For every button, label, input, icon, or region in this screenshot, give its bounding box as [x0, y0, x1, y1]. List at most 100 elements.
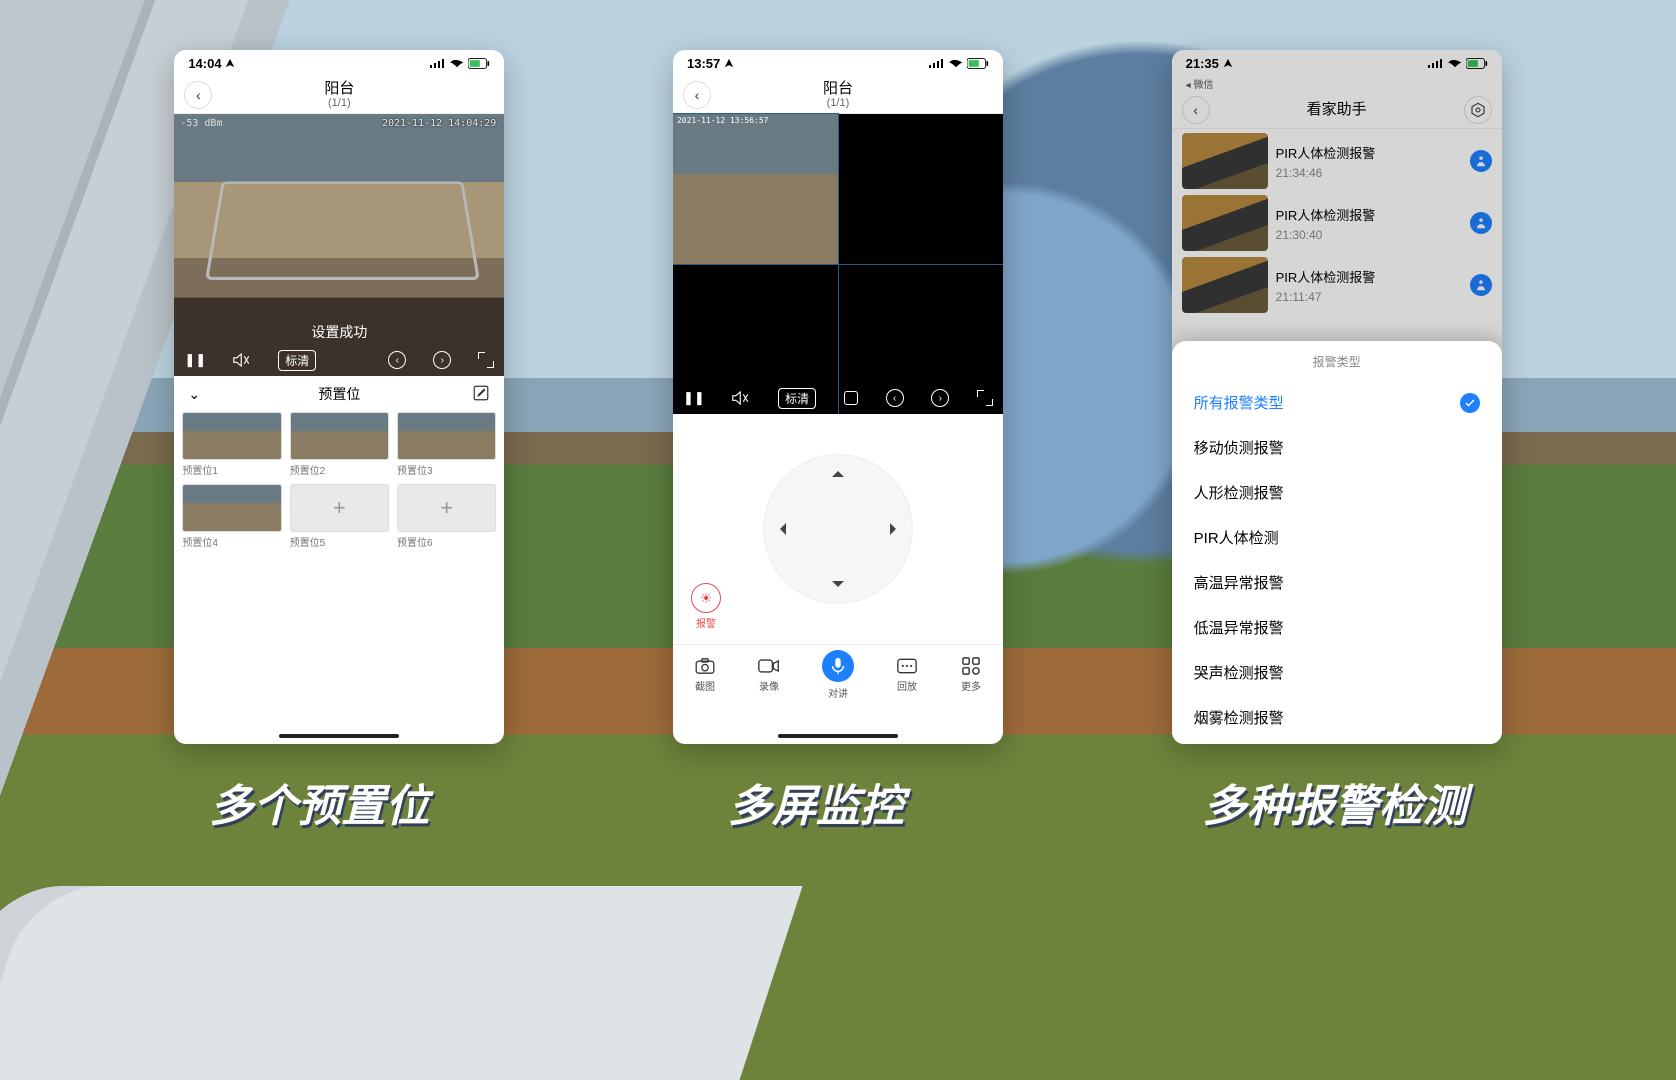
- clock: 13:57: [687, 56, 720, 71]
- battery-icon: [468, 58, 490, 69]
- event-list[interactable]: PIR人体检测报警21:34:46 PIR人体检测报警21:30:40 PIR人…: [1172, 129, 1502, 317]
- add-icon: +: [397, 484, 496, 532]
- phone-multiscreen: 13:57 ‹ 阳台 (1/1) 2021-11-12 13:56:57 ❚❚ …: [673, 50, 1003, 744]
- preset-slot[interactable]: 预置位1: [182, 412, 281, 476]
- mute-button[interactable]: [233, 353, 251, 367]
- alarm-label: 报警: [691, 615, 721, 630]
- bottom-tabbar: 截图 录像 对讲 回放 更多: [673, 644, 1003, 704]
- tab-playback[interactable]: 回放: [896, 657, 918, 693]
- battery-icon: [1466, 58, 1488, 69]
- captions-row: 多个预置位 多屏监控 多种报警检测: [0, 770, 1676, 834]
- prev-button[interactable]: ‹: [388, 351, 406, 369]
- return-to-app[interactable]: ◂ 微信: [1172, 76, 1502, 91]
- pause-button[interactable]: ❚❚: [683, 390, 705, 406]
- tab-talk[interactable]: 对讲: [822, 650, 854, 700]
- caption: 多个预置位: [209, 770, 429, 834]
- preset-slot[interactable]: 预置位4: [182, 484, 281, 548]
- back-button[interactable]: ‹: [1182, 96, 1210, 124]
- filter-option[interactable]: 人形检测报警: [1172, 470, 1502, 515]
- filter-option[interactable]: 哭声检测报警: [1172, 650, 1502, 695]
- status-bar: 21:35: [1172, 50, 1502, 76]
- event-thumbnail: [1182, 195, 1268, 251]
- home-indicator[interactable]: [279, 734, 399, 738]
- preset-slot-empty[interactable]: +预置位5: [290, 484, 389, 548]
- filter-option[interactable]: 移动侦测报警: [1172, 425, 1502, 470]
- preset-thumbnail: [397, 412, 496, 460]
- video-area[interactable]: -53 dBm 2021-11-12 14:04:29 设置成功 ❚❚ 标清 ‹…: [174, 114, 504, 376]
- more-icon: [960, 657, 982, 675]
- person-badge-icon: [1470, 212, 1492, 234]
- quality-button[interactable]: 标清: [278, 350, 316, 371]
- video-area[interactable]: 2021-11-12 13:56:57 ❚❚ 标清 ‹ ›: [673, 114, 1003, 414]
- filter-option[interactable]: 高温异常报警: [1172, 560, 1502, 605]
- sheet-title: 报警类型: [1172, 353, 1502, 380]
- caption: 多种报警检测: [1203, 770, 1467, 834]
- filter-option[interactable]: 所有报警类型: [1172, 380, 1502, 425]
- app-header: ‹ 看家助手: [1172, 91, 1502, 129]
- ptz-dpad[interactable]: [763, 454, 913, 604]
- layout-button[interactable]: [343, 353, 361, 367]
- ptz-right-icon[interactable]: [890, 523, 902, 535]
- location-icon: [724, 58, 734, 68]
- filter-option[interactable]: PIR人体检测: [1172, 515, 1502, 560]
- cell-timestamp: 2021-11-12 13:56:57: [677, 116, 769, 125]
- filter-option[interactable]: 烟雾检测报警: [1172, 695, 1502, 740]
- preset-label: 预置位4: [182, 534, 281, 549]
- collapse-icon[interactable]: ⌄: [188, 386, 200, 403]
- fullscreen-button[interactable]: [478, 352, 494, 368]
- ptz-down-icon[interactable]: [832, 581, 844, 593]
- home-indicator[interactable]: [778, 734, 898, 738]
- prev-button[interactable]: ‹: [886, 389, 904, 407]
- cellular-icon: [1428, 58, 1444, 68]
- caption: 多屏监控: [728, 770, 904, 834]
- next-button[interactable]: ›: [931, 389, 949, 407]
- settings-button[interactable]: [1464, 96, 1492, 124]
- preset-thumbnail: [182, 484, 281, 532]
- ptz-left-icon[interactable]: [774, 523, 786, 535]
- video-toolbar: ❚❚ 标清 ‹ ›: [174, 344, 504, 376]
- mute-button[interactable]: [732, 391, 750, 405]
- option-label: PIR人体检测: [1194, 527, 1279, 548]
- preset-thumbnail: [290, 412, 389, 460]
- quality-button[interactable]: 标清: [778, 388, 816, 409]
- preset-grid: 预置位1 预置位2 预置位3 预置位4 +预置位5 +预置位6: [174, 412, 504, 548]
- event-row[interactable]: PIR人体检测报警21:34:46: [1182, 133, 1492, 189]
- alarm-button[interactable]: ☀ 报警: [691, 583, 721, 630]
- event-row[interactable]: PIR人体检测报警21:30:40: [1182, 195, 1492, 251]
- cellular-icon: [430, 58, 446, 68]
- return-app-name: 微信: [1193, 80, 1213, 91]
- grid-cell-1[interactable]: 2021-11-12 13:56:57: [673, 114, 838, 264]
- option-label: 人形检测报警: [1194, 482, 1284, 503]
- pause-button[interactable]: ❚❚: [184, 352, 206, 368]
- action-sheet: 报警类型 所有报警类型 移动侦测报警 人形检测报警 PIR人体检测 高温异常报警…: [1172, 341, 1502, 744]
- preset-slot[interactable]: 预置位3: [397, 412, 496, 476]
- ptz-up-icon[interactable]: [832, 465, 844, 477]
- app-header: ‹ 阳台 (1/1): [673, 76, 1003, 114]
- preset-slot[interactable]: 预置位2: [290, 412, 389, 476]
- layout-button[interactable]: [844, 391, 858, 405]
- siren-icon: ☀: [691, 583, 721, 613]
- fullscreen-button[interactable]: [977, 390, 993, 406]
- event-time: 21:11:47: [1276, 290, 1462, 304]
- option-label: 哭声检测报警: [1194, 662, 1284, 683]
- ptz-controls: ☀ 报警: [673, 414, 1003, 644]
- camera-title: 阳台: [823, 80, 853, 97]
- tab-more[interactable]: 更多: [960, 657, 982, 693]
- check-icon: [1460, 393, 1480, 413]
- edit-button[interactable]: [472, 384, 490, 405]
- back-button[interactable]: ‹: [683, 81, 711, 109]
- back-button[interactable]: ‹: [184, 81, 212, 109]
- filter-option[interactable]: 低温异常报警: [1172, 605, 1502, 650]
- event-title: PIR人体检测报警: [1276, 143, 1462, 162]
- signal-overlay: -53 dBm: [180, 118, 222, 129]
- status-bar: 13:57: [673, 50, 1003, 76]
- camera-index: (1/1): [823, 97, 853, 110]
- header-title-block: 阳台 (1/1): [324, 80, 354, 110]
- tab-record[interactable]: 录像: [758, 657, 780, 693]
- event-title: PIR人体检测报警: [1276, 205, 1462, 224]
- tab-screenshot[interactable]: 截图: [694, 657, 716, 693]
- event-row[interactable]: PIR人体检测报警21:11:47: [1182, 257, 1492, 313]
- next-button[interactable]: ›: [433, 351, 451, 369]
- header-title-block: 阳台 (1/1): [823, 80, 853, 110]
- preset-slot-empty[interactable]: +预置位6: [397, 484, 496, 548]
